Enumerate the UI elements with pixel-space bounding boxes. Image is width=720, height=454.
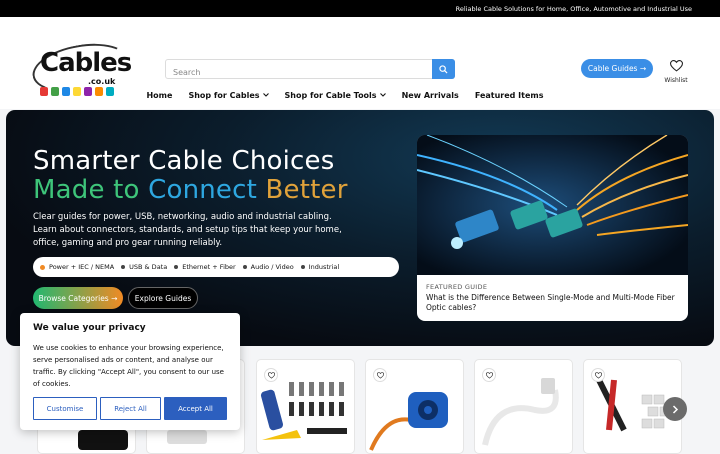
- customise-button[interactable]: Customise: [33, 397, 97, 420]
- featured-guide-title[interactable]: What is the Difference Between Single-Mo…: [426, 293, 681, 313]
- hero-title-connect: Connect: [148, 175, 266, 205]
- heart-icon: [376, 371, 384, 379]
- nav-home[interactable]: Home: [138, 89, 180, 101]
- customise-label: Customise: [46, 404, 84, 413]
- featured-guide-kicker: FEATURED GUIDE: [426, 283, 488, 291]
- nav-featured-items[interactable]: Featured Items: [467, 89, 552, 101]
- hero-title-line1: Smarter Cable Choices: [33, 146, 335, 176]
- pill-label: Ethernet + Fiber: [182, 263, 236, 271]
- dot-icon: [300, 265, 305, 269]
- pill-label: Power + IEC / NEMA: [49, 263, 115, 271]
- wishlist-toggle[interactable]: [373, 368, 387, 382]
- cookie-consent-dialog: We value your privacy We use cookies to …: [20, 313, 240, 430]
- reject-label: Reject All: [114, 404, 147, 413]
- nav-shop-tools[interactable]: Shop for Cable Tools: [277, 89, 394, 101]
- nav-label: Home: [146, 90, 173, 100]
- wishlist-toggle[interactable]: [264, 368, 278, 382]
- cable-guides-label: Cable Guides →: [587, 64, 647, 73]
- heart-icon: [669, 60, 683, 72]
- product-card[interactable]: [256, 359, 355, 454]
- nav-label: Shop for Cables: [188, 90, 260, 100]
- browse-label: Browse Categories →: [38, 293, 118, 303]
- search-icon: [439, 64, 448, 74]
- product-card[interactable]: [365, 359, 464, 454]
- explore-guides-button[interactable]: Explore Guides: [128, 287, 198, 309]
- wishlist-link[interactable]: Wishlist: [662, 57, 690, 84]
- hero-title-better: Better: [265, 175, 348, 205]
- chevron-down-icon: [379, 93, 386, 97]
- nav-label: New Arrivals: [401, 90, 459, 100]
- hero-title-made: Made to: [33, 175, 149, 205]
- nav-new-arrivals[interactable]: New Arrivals: [394, 89, 467, 101]
- explore-label: Explore Guides: [134, 293, 192, 303]
- dot-icon: [121, 265, 126, 269]
- chevron-right-icon: [672, 404, 678, 414]
- nav-label: Featured Items: [474, 90, 544, 100]
- wishlist-toggle[interactable]: [591, 368, 605, 382]
- dot-icon: [174, 265, 179, 269]
- carousel-next-button[interactable]: [663, 397, 687, 421]
- hero-banner: Smarter Cable Choices Made to Connect Be…: [6, 110, 714, 346]
- chevron-down-icon: [262, 93, 269, 97]
- featured-guide-image: [417, 135, 688, 275]
- reject-all-button[interactable]: Reject All: [100, 397, 161, 420]
- cable-guides-button[interactable]: Cable Guides →: [581, 59, 653, 78]
- pill-ethernet[interactable]: Ethernet + Fiber: [174, 263, 242, 271]
- search-input[interactable]: [166, 63, 432, 82]
- hero-title-line2: Made to Connect Better: [33, 175, 348, 205]
- logo-text: Cables: [40, 48, 132, 78]
- hero-description: Clear guides for power, USB, networking,…: [33, 212, 342, 248]
- wishlist-toggle[interactable]: [482, 368, 496, 382]
- heart-icon: [267, 371, 275, 379]
- wishlist-label: Wishlist: [664, 77, 688, 84]
- search-bar: [165, 59, 455, 82]
- accept-label: Accept All: [178, 404, 213, 413]
- browse-categories-button[interactable]: Browse Categories →: [33, 287, 123, 309]
- pill-power[interactable]: Power + IEC / NEMA: [40, 263, 121, 271]
- cookie-text: We use cookies to enhance your browsing …: [33, 344, 224, 388]
- heart-icon: [485, 371, 493, 379]
- pill-label: USB & Data: [129, 263, 168, 271]
- announcement-text: Reliable Cable Solutions for Home, Offic…: [455, 4, 692, 13]
- pill-label: Audio / Video: [250, 263, 294, 271]
- logo-domain: .co.uk: [88, 77, 116, 86]
- dot-icon: [40, 264, 45, 270]
- heart-icon: [594, 371, 602, 379]
- category-pill-bar: Power + IEC / NEMA USB & Data Ethernet +…: [33, 257, 399, 277]
- nav-shop-cables[interactable]: Shop for Cables: [180, 89, 276, 101]
- dot-icon: [242, 265, 247, 269]
- search-button[interactable]: [432, 59, 455, 79]
- pill-label: Industrial: [308, 263, 340, 271]
- pill-usb[interactable]: USB & Data: [121, 263, 174, 271]
- cookie-title: We value your privacy: [33, 323, 146, 333]
- featured-guide-card[interactable]: FEATURED GUIDE What is the Difference Be…: [417, 135, 688, 321]
- pill-audio-video[interactable]: Audio / Video: [242, 263, 301, 271]
- product-card[interactable]: [474, 359, 573, 454]
- main-nav: Home Shop for Cables Shop for Cable Tool…: [0, 89, 720, 101]
- accept-all-button[interactable]: Accept All: [164, 397, 227, 420]
- nav-label: Shop for Cable Tools: [284, 90, 377, 100]
- pill-industrial[interactable]: Industrial: [300, 263, 347, 271]
- announcement-bar: Reliable Cable Solutions for Home, Offic…: [0, 0, 720, 17]
